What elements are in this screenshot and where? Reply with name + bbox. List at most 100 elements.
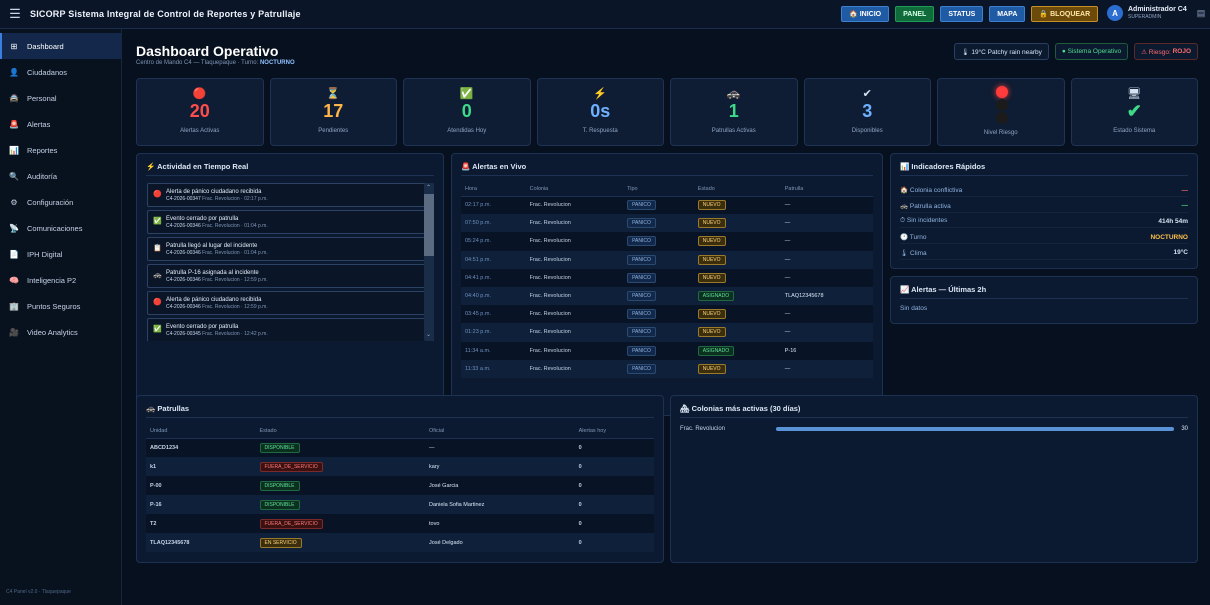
table-row[interactable]: 02:17 p.m. Frac. Revolucion PANICO NUEVO — [461,196,873,215]
status-button[interactable]: STATUS [940,6,984,22]
sidebar-item-inteligencia-p2[interactable]: 🧠 Inteligencia P2 [0,267,121,293]
table-cell: NUEVO [693,214,781,233]
table-cell: NUEVO [693,250,781,269]
table-cell: PANICO [623,268,694,287]
list-item[interactable]: ✅ Evento cerrado por patrulla C4-2026-0034… [147,318,434,341]
patrullas-panel: 🚓 Patrullas Unidad Estado Oficial Alertas h… [136,395,664,563]
activity-meta: C4-2026-00346 Frac. Revolucion · 12:59 p… [166,277,268,284]
chevron-down-icon[interactable]: ⌄ [426,331,431,338]
status-badge: NUEVO [697,200,726,211]
divider [900,175,1188,176]
table-row[interactable]: ABCD1234 DISPONIBLE —0 [146,438,654,457]
mapa-button[interactable]: MAPA [989,6,1026,22]
kpi-label: Alertas Activas [180,128,220,134]
scrollbar-thumb[interactable] [424,194,434,256]
status-label: STATUS [948,10,976,18]
sidebar-item-ciudadanos[interactable]: 👤 Ciudadanos [0,59,121,85]
table-row[interactable]: 01:23 p.m. Frac. Revolucion PANICO NUEVO — [461,323,873,342]
table-cell: Frac. Revolucion [525,286,624,306]
table-row[interactable]: k1 FUERA_DE_SERVICIO kary 0 [146,457,654,476]
kpi-value: 3 [862,101,873,121]
light-icon [996,86,1008,98]
patrullas-header-row: Unidad Estado Oficial Alertas hoy [146,425,654,439]
sidebar-footer: C4 Panel v2.0 · Tlaquepaque [6,589,71,595]
table-cell: NUEVO [693,232,781,251]
activity-location: Frac. Revolucion · 02:17 p.m. [202,195,268,202]
table-row[interactable]: 07:50 p.m. Frac. Revolucion PANICO NUEVO — [461,214,873,233]
activity-location: Frac. Revolucion · 12:59 p.m. [202,276,268,283]
table-cell: — [425,438,575,457]
user-name: Administrador C4 [1128,5,1187,13]
lock-icon: 🔒 [1039,11,1049,18]
indicator-row: 🌡 Clima 19°C [900,247,1188,260]
chevron-up-icon[interactable]: ⌃ [426,184,431,191]
table-row[interactable]: P-16 DISPONIBLE Daniela Sofia Martinez 0 [146,495,654,514]
sidebar-item-label: Reportes [27,145,58,155]
page-title: Dashboard Operativo [136,43,279,59]
kpi-card: Nivel Riesgo [937,78,1065,146]
type-tag: PANICO [627,309,656,320]
sidebar-item-alertas[interactable]: 🚨 Alertas [0,111,121,137]
sidebar-item-personal[interactable]: 🚔 Personal [0,85,121,111]
list-item[interactable]: ✅ Evento cerrado por patrulla C4-2026-0034… [147,210,434,234]
list-item[interactable]: 📋 Patrulla llegó al lugar del incidente C4… [147,237,434,261]
actividad-title: ⚡ Actividad en Tiempo Real [146,162,249,171]
risk-traffic-light [995,86,1009,125]
sidebar-item-icon: 🚨 [9,119,19,129]
sidebar-item-label: Puntos Seguros [27,301,81,311]
table-row[interactable]: 05:24 p.m. Frac. Revolucion PANICO NUEVO — [461,232,873,251]
sidebar-item-label: IPH Digital [27,249,63,259]
sidebar-item-video-analytics[interactable]: 🎥 Video Analytics [0,319,121,345]
bloquear-button[interactable]: 🔒 BLOQUEAR [1031,6,1099,22]
table-row[interactable]: 04:40 p.m. Frac. Revolucion PANICO ASIGNADO… [461,286,873,306]
sidebar-item-comunicaciones[interactable]: 📡 Comunicaciones [0,215,121,241]
sidebar-item-puntos-seguros[interactable]: 🏢 Puntos Seguros [0,293,121,319]
table-row[interactable]: 04:41 p.m. Frac. Revolucion PANICO NUEVO — [461,268,873,287]
alertas-title: 🚨 Alertas en Vivo [461,162,527,171]
status-badge: NUEVO [697,272,726,283]
column-header: Oficial [425,425,575,439]
table-cell: NUEVO [693,359,781,378]
colonia-row: Frac. Revolucion 30 [680,424,1188,434]
table-cell: PANICO [623,196,694,215]
main-content: Dashboard Operativo Centro de Mando C4 —… [122,29,1210,605]
table-row[interactable]: T2 FUERA_DE_SERVICIO tovo 0 [146,514,654,533]
indicator-value: 19°C [1173,249,1188,257]
sidebar-item-dashboard[interactable]: ⊞ Dashboard [0,33,121,59]
settings-list-icon[interactable]: ▤ [1197,8,1206,19]
status-badge: ASIGNADO [697,345,735,356]
actividad-list[interactable]: 🔴 Alerta de pánico ciudadano recibida C4-2… [147,183,434,341]
column-header: Patrulla [780,183,873,197]
table-cell: kary [425,457,575,476]
status-badge: DISPONIBLE [259,499,300,510]
list-item[interactable]: 🚓 Patrulla P-16 asignada al incidente C4-2… [147,264,434,288]
table-row[interactable]: 11:34 a.m. Frac. Revolucion PANICO ASIGNADO… [461,341,873,360]
indicator-row: 🚓 Patrulla activa — [900,200,1188,213]
table-cell: PANICO [623,359,694,378]
menu-icon[interactable]: ☰ [0,6,30,22]
table-cell: PANICO [623,214,694,233]
kpi-icon: 🔴 [192,88,207,100]
inicio-label: INICIO [859,10,882,18]
user-menu[interactable]: A Administrador C4 SUPERADMIN ▤ [1107,5,1205,21]
panel-button[interactable]: PANEL [895,6,935,22]
table-cell: FUERA_DE_SERVICIO [255,457,426,476]
sidebar-item-reportes[interactable]: 📊 Reportes [0,137,121,163]
table-cell: Daniela Sofia Martinez [425,495,575,514]
sidebar-item-auditor-a[interactable]: 🔍 Auditoría [0,163,121,189]
sidebar-item-configuraci-n[interactable]: ⚙ Configuración [0,189,121,215]
patrullas-body: ABCD1234 DISPONIBLE —0 k1 FUERA_DE_SERVICIO k… [146,438,654,552]
table-cell: 01:23 p.m. [461,323,526,342]
table-row[interactable]: P-00 DISPONIBLE José Garcia 0 [146,476,654,495]
table-row[interactable]: 04:51 p.m. Frac. Revolucion PANICO NUEVO — [461,250,873,269]
kpi-card: 🚓 1 Patrullas Activas [670,78,798,146]
list-item[interactable]: 🔴 Alerta de pánico ciudadano recibida C4-2… [147,183,434,207]
table-cell: ASIGNADO [693,286,781,306]
sidebar-item-label: Configuración [27,197,74,207]
inicio-button[interactable]: 🏠 INICIO [841,6,890,22]
table-row[interactable]: 11:33 a.m. Frac. Revolucion PANICO NUEVO — [461,359,873,378]
sidebar-item-iph-digital[interactable]: 📄 IPH Digital [0,241,121,267]
table-row[interactable]: 03:45 p.m. Frac. Revolucion PANICO NUEVO — [461,305,873,324]
table-row[interactable]: TLAQ12345678 EN SERVICIO José Delgado 0 [146,533,654,552]
list-item[interactable]: 🔴 Alerta de pánico ciudadano recibida C4-2… [147,291,434,315]
